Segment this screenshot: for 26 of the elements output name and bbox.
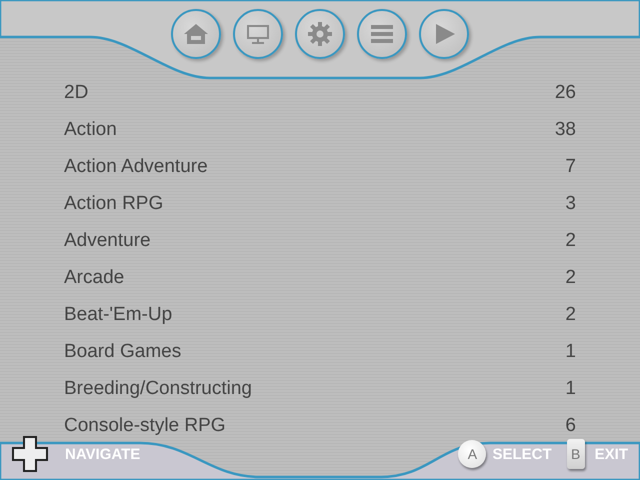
genre-count: 26 [554, 82, 576, 104]
genre-name[interactable]: 2D [64, 82, 88, 104]
genre-name[interactable]: Action RPG [64, 192, 164, 214]
b-button-key: B [566, 439, 585, 469]
exit-hint: EXIT [594, 446, 628, 462]
genre-count: 2 [565, 304, 576, 326]
genre-name[interactable]: Arcade [64, 266, 124, 288]
genre-count: 3 [565, 192, 576, 214]
genre-count: 6 [565, 414, 576, 436]
genre-count: 2 [565, 230, 576, 252]
navigate-hint: NAVIGATE [65, 446, 140, 462]
genre-count: 1 [565, 378, 576, 400]
genre-name[interactable]: Action Adventure [64, 156, 208, 178]
genre-count: 1 [565, 340, 576, 362]
select-hint: SELECT [492, 446, 552, 462]
genre-count: 7 [565, 156, 576, 178]
genre-name[interactable]: Breeding/Constructing [64, 378, 252, 400]
genre-name[interactable]: Adventure [64, 230, 151, 252]
gear-icon [306, 20, 334, 48]
dpad-icon [12, 436, 48, 472]
genre-name[interactable]: Action [64, 118, 117, 140]
genre-count: 38 [554, 118, 576, 140]
genre-count: 2 [565, 266, 576, 288]
genre-name[interactable]: Console-style RPG [64, 414, 226, 436]
genre-name[interactable]: Board Games [64, 340, 182, 362]
genre-name[interactable]: Beat-'Em-Up [64, 304, 172, 326]
